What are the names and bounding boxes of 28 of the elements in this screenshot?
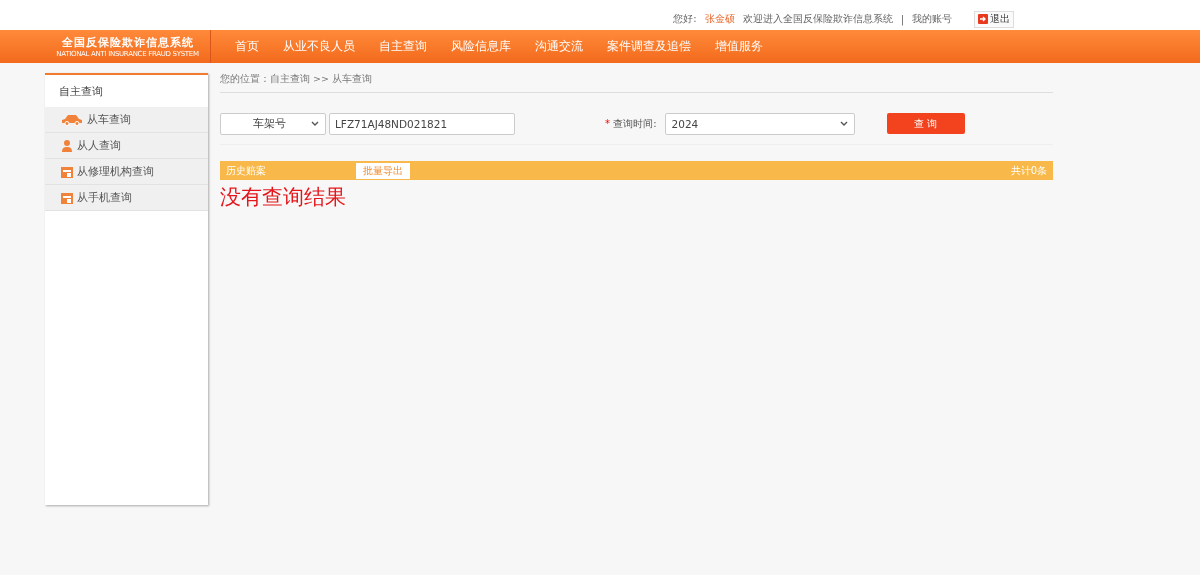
logout-icon bbox=[978, 14, 988, 24]
year-select[interactable]: 2024 bbox=[664, 112, 855, 135]
field-type-select[interactable]: 车架号 bbox=[220, 112, 326, 135]
total-count: 共计0条 bbox=[1010, 163, 1047, 178]
car-icon bbox=[61, 113, 83, 126]
user-name: 张金硕 bbox=[704, 12, 735, 26]
greeting-text: 您好: bbox=[673, 12, 697, 26]
sidebar-title: 自主查询 bbox=[58, 83, 104, 100]
logout-button[interactable]: 退出 bbox=[974, 10, 1014, 28]
logo-title: 全国反保险欺诈信息系统 bbox=[61, 35, 194, 50]
calendar-icon bbox=[61, 191, 73, 204]
vin-input[interactable]: LFZ71AJ48ND021821 bbox=[329, 112, 515, 135]
welcome-text: 欢迎进入全国反保险欺诈信息系统 bbox=[742, 12, 893, 26]
results-title: 历史赔案 bbox=[226, 163, 267, 178]
sidebar-item[interactable]: 从修理机构查询 bbox=[45, 159, 208, 185]
sidebar-item[interactable]: 从车查询 bbox=[45, 107, 208, 133]
separator-text: | bbox=[900, 13, 904, 25]
breadcrumb: 您的位置：自主查询 >> 从车查询 bbox=[220, 73, 1053, 93]
sidebar-item[interactable]: 从人查询 bbox=[45, 133, 208, 159]
time-label: * 查询时间: bbox=[605, 116, 657, 131]
empty-message: 没有查询结果 bbox=[220, 184, 347, 211]
search-button[interactable]: 查 询 bbox=[886, 113, 965, 134]
person-icon bbox=[61, 139, 73, 152]
calendar-icon bbox=[61, 165, 73, 178]
sidebar-item[interactable]: 从手机查询 bbox=[45, 185, 208, 211]
chevron-down-icon bbox=[311, 120, 319, 127]
account-link[interactable]: 我的账号 bbox=[912, 12, 952, 26]
chevron-down-icon bbox=[839, 120, 848, 127]
